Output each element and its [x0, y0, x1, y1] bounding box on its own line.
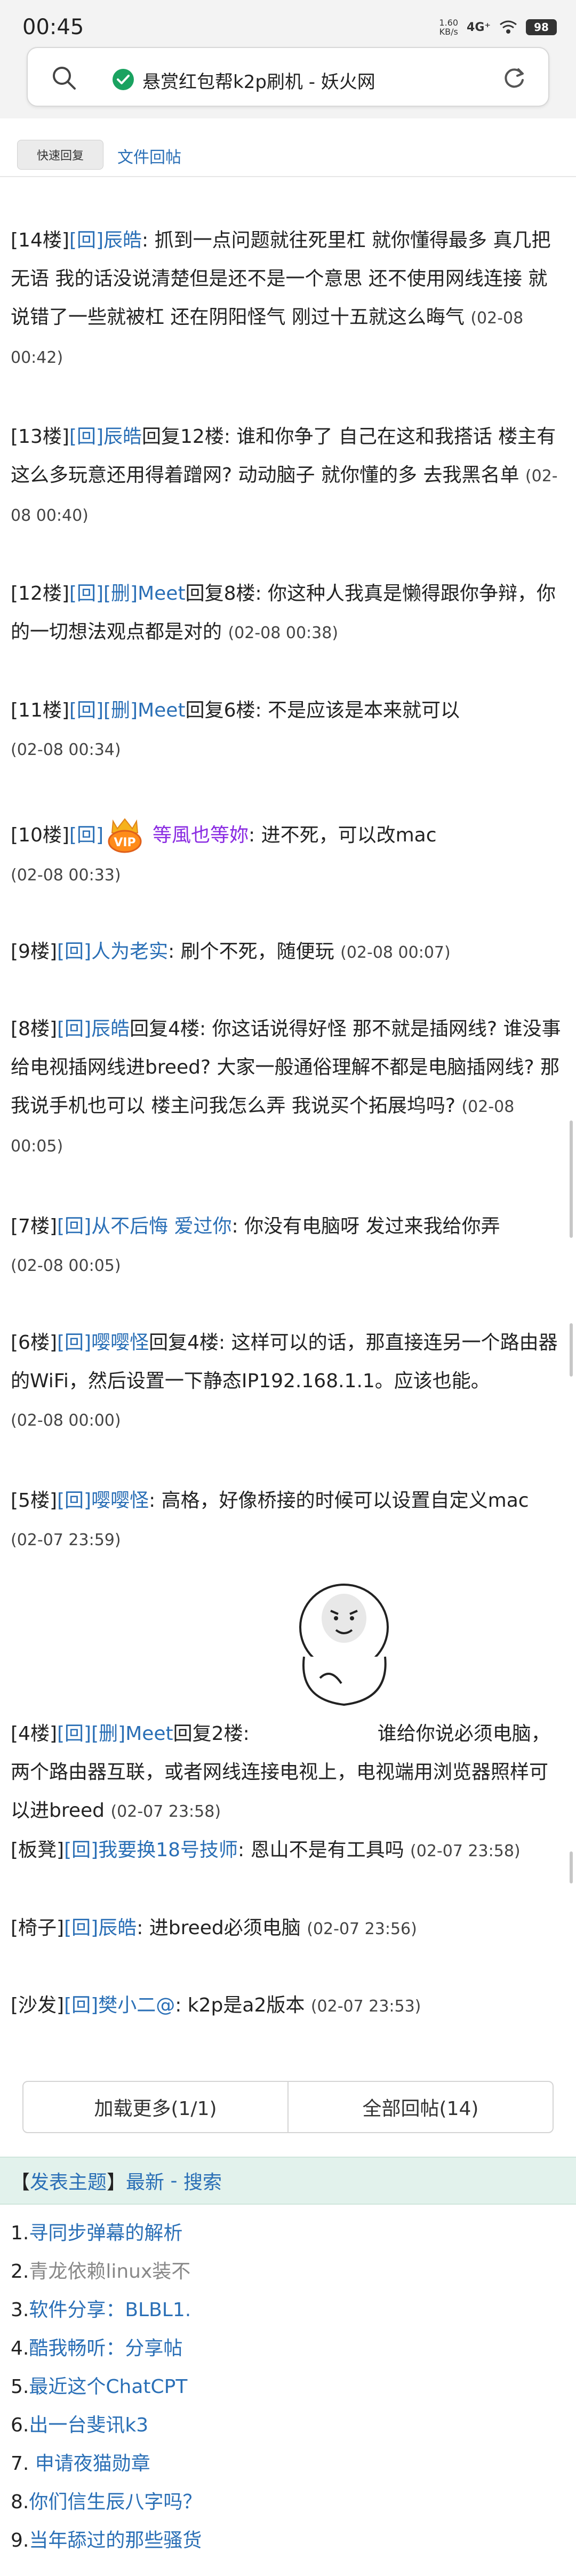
- post-time: (02-08 00:05): [11, 1257, 121, 1275]
- scrollbar-thumb[interactable]: [570, 1323, 573, 1377]
- reply-link[interactable]: [回]: [69, 824, 103, 846]
- reply-link[interactable]: [回]: [57, 1018, 91, 1040]
- svg-text:VIP: VIP: [114, 836, 135, 849]
- post-time: (02-08 00:00): [11, 1411, 121, 1430]
- topic-item[interactable]: 7. 申请夜猫勋章: [11, 2445, 565, 2483]
- post-floor-12: [12楼][回][删]Meet回复8楼: 你这种人我真是懒得跟你争辩，你的一切想…: [11, 583, 556, 643]
- post-floor-11: [11楼][回][删]Meet回复6楼: 不是应该是本来就可以 (02-08 00…: [11, 699, 460, 759]
- post-floor-10: [10楼][回] VIP 等風也等妳: 进不死，可以改mac (02-08 00:…: [11, 816, 565, 895]
- topic-item[interactable]: 5.最近这个ChatCPT: [11, 2368, 565, 2406]
- page-url-title: 悬赏红包帮k2p刷机 - 妖火网: [142, 71, 375, 93]
- post-floor-4: [4楼][回][删]Meet回复2楼: 谁给你说必须电脑，两个路由器互联，或者网线…: [11, 1723, 550, 1822]
- search-icon[interactable]: [49, 63, 79, 93]
- user-link[interactable]: 从不后悔 爱过你: [91, 1215, 231, 1237]
- meme-sticker-image: [299, 1584, 389, 1706]
- reply-link[interactable]: [回]: [69, 426, 103, 448]
- post-floor-6: [6楼][回]嘤嘤怪回复4楼: 这样可以的话，那直接连另一个路由器的WiFi，然…: [11, 1332, 558, 1430]
- load-more-button[interactable]: 加载更多(1/1): [23, 2082, 289, 2132]
- file-reply-link[interactable]: 文件回帖: [117, 144, 181, 168]
- post-floor-13: [13楼][回]辰皓回复12楼: 谁和你争了 自己在这和我搭话 楼主有这么多玩意…: [11, 426, 558, 525]
- user-link[interactable]: 辰皓: [103, 229, 142, 251]
- reply-link[interactable]: [回]: [64, 1994, 98, 2016]
- footer-nav: 【 发表主题 】 最新 - 搜索: [0, 2157, 576, 2205]
- post-floor-7: [7楼][回]从不后悔 爱过你: 你没有电脑呀 发过来我给你弄 (02-08 00…: [11, 1215, 500, 1275]
- post-time: (02-07 23:58): [410, 1842, 521, 1861]
- topic-item[interactable]: 6.出一台斐讯k3: [11, 2406, 565, 2445]
- reply-link[interactable]: [回]: [57, 1215, 91, 1237]
- reply-link[interactable]: [回]: [69, 229, 103, 251]
- topic-item[interactable]: 1.寻同步弹幕的解析: [11, 2214, 565, 2253]
- post-floor-8: [8楼][回]辰皓回复4楼: 你这话说得好怪 那不就是插网线? 谁没事给电视插网…: [11, 1018, 561, 1156]
- user-link[interactable]: 嘤嘤怪: [91, 1490, 149, 1512]
- post-time: (02-07 23:58): [110, 1802, 221, 1821]
- search-link[interactable]: 搜索: [183, 2167, 222, 2195]
- user-link[interactable]: 辰皓: [91, 1018, 130, 1040]
- user-link[interactable]: 辰皓: [98, 1917, 137, 1939]
- net-speed: 1.60 KB/s: [439, 18, 459, 37]
- topic-item[interactable]: 9.当年舔过的那些骚货: [11, 2522, 565, 2560]
- post-shafa: [沙发][回]樊小二@: k2p是a2版本 (02-07 23:53): [11, 1994, 421, 2016]
- post-time: (02-08 00:38): [228, 624, 339, 642]
- pagination-buttons: 加载更多(1/1) 全部回帖(14): [22, 2081, 554, 2133]
- post-time: (02-08 00:34): [11, 741, 121, 759]
- reply-link[interactable]: [回]: [57, 941, 91, 963]
- delete-link[interactable]: [删]: [103, 583, 138, 605]
- scrollbar-thumb[interactable]: [570, 1120, 573, 1238]
- all-replies-button[interactable]: 全部回帖(14): [289, 2082, 553, 2132]
- scrollbar-thumb[interactable]: [570, 1851, 573, 1883]
- topic-item[interactable]: 8.你们信生辰八字吗？: [11, 2483, 565, 2522]
- wifi-icon: [500, 20, 517, 34]
- latest-link[interactable]: 最新: [126, 2167, 164, 2195]
- vip-user-link[interactable]: 等風也等妳: [153, 824, 249, 846]
- user-link[interactable]: 辰皓: [103, 426, 142, 448]
- topic-item[interactable]: 2.青龙依赖linux装不: [11, 2253, 565, 2291]
- post-floor-5: [5楼][回]嘤嘤怪: 高格，好像桥接的时候可以设置自定义mac (02-07 2…: [11, 1490, 529, 1549]
- reply-link[interactable]: [回]: [57, 1723, 91, 1745]
- user-link[interactable]: 樊小二@: [98, 1994, 175, 2016]
- reply-link[interactable]: [回]: [69, 583, 103, 605]
- delete-link[interactable]: [删]: [103, 699, 138, 721]
- delete-link[interactable]: [删]: [91, 1723, 125, 1745]
- quick-reply-button[interactable]: 快速回复: [17, 140, 103, 170]
- user-link[interactable]: 人为老实: [91, 941, 168, 963]
- status-time: 00:45: [22, 15, 84, 39]
- battery-icon: 98: [526, 19, 557, 35]
- post-topic-link[interactable]: 发表主题: [30, 2167, 107, 2195]
- post-floor-9: [9楼][回]人为老实: 刷个不死，随便玩 (02-08 00:07): [11, 941, 451, 963]
- post-time: (02-07 23:56): [307, 1920, 417, 1938]
- user-link[interactable]: Meet: [138, 699, 185, 721]
- browser-toolbar: 悬赏红包帮k2p刷机 - 妖火网: [0, 43, 576, 118]
- signal-icon: 4G⁺: [467, 20, 491, 34]
- top-actions: 快速回复 文件回帖: [0, 118, 576, 177]
- user-link[interactable]: Meet: [125, 1723, 173, 1745]
- topic-item[interactable]: 4.酷我畅听：分享帖: [11, 2329, 565, 2368]
- status-icons: 1.60 KB/s 4G⁺ 98: [439, 18, 557, 36]
- user-link[interactable]: Meet: [138, 583, 185, 605]
- post-time: (02-07 23:59): [11, 1531, 121, 1549]
- post-time: (02-08 00:33): [11, 866, 121, 885]
- reply-link[interactable]: [回]: [57, 1332, 91, 1354]
- post-time: (02-08 00:07): [340, 943, 451, 962]
- reload-icon[interactable]: [499, 63, 529, 93]
- vip-badge-icon: VIP: [108, 818, 142, 853]
- post-time: (02-07 23:53): [310, 1997, 421, 2016]
- reply-link[interactable]: [回]: [57, 1490, 91, 1512]
- post-floor-14: [14楼][回]辰皓: 抓到一点问题就往死里杠 就你懂得最多 真几把无语 我的话…: [11, 229, 551, 367]
- post-yizi: [椅子][回]辰皓: 进breed必须电脑 (02-07 23:56): [11, 1917, 417, 1939]
- user-link[interactable]: 嘤嘤怪: [91, 1332, 149, 1354]
- user-link[interactable]: 我要换18号技师: [98, 1839, 238, 1861]
- shield-check-icon: [113, 69, 134, 90]
- reply-link[interactable]: [回]: [64, 1839, 98, 1861]
- topic-list: 1.寻同步弹幕的解析 2.青龙依赖linux装不 3.软件分享：BLBL1. 4…: [11, 2214, 565, 2560]
- topic-item[interactable]: 3.软件分享：BLBL1.: [11, 2291, 565, 2329]
- reply-link[interactable]: [回]: [64, 1917, 98, 1939]
- address-bar[interactable]: 悬赏红包帮k2p刷机 - 妖火网: [27, 47, 549, 107]
- reply-link[interactable]: [回]: [69, 699, 103, 721]
- post-bandeng: [板凳][回]我要换18号技师: 恩山不是有工具吗 (02-07 23:58): [11, 1839, 521, 1861]
